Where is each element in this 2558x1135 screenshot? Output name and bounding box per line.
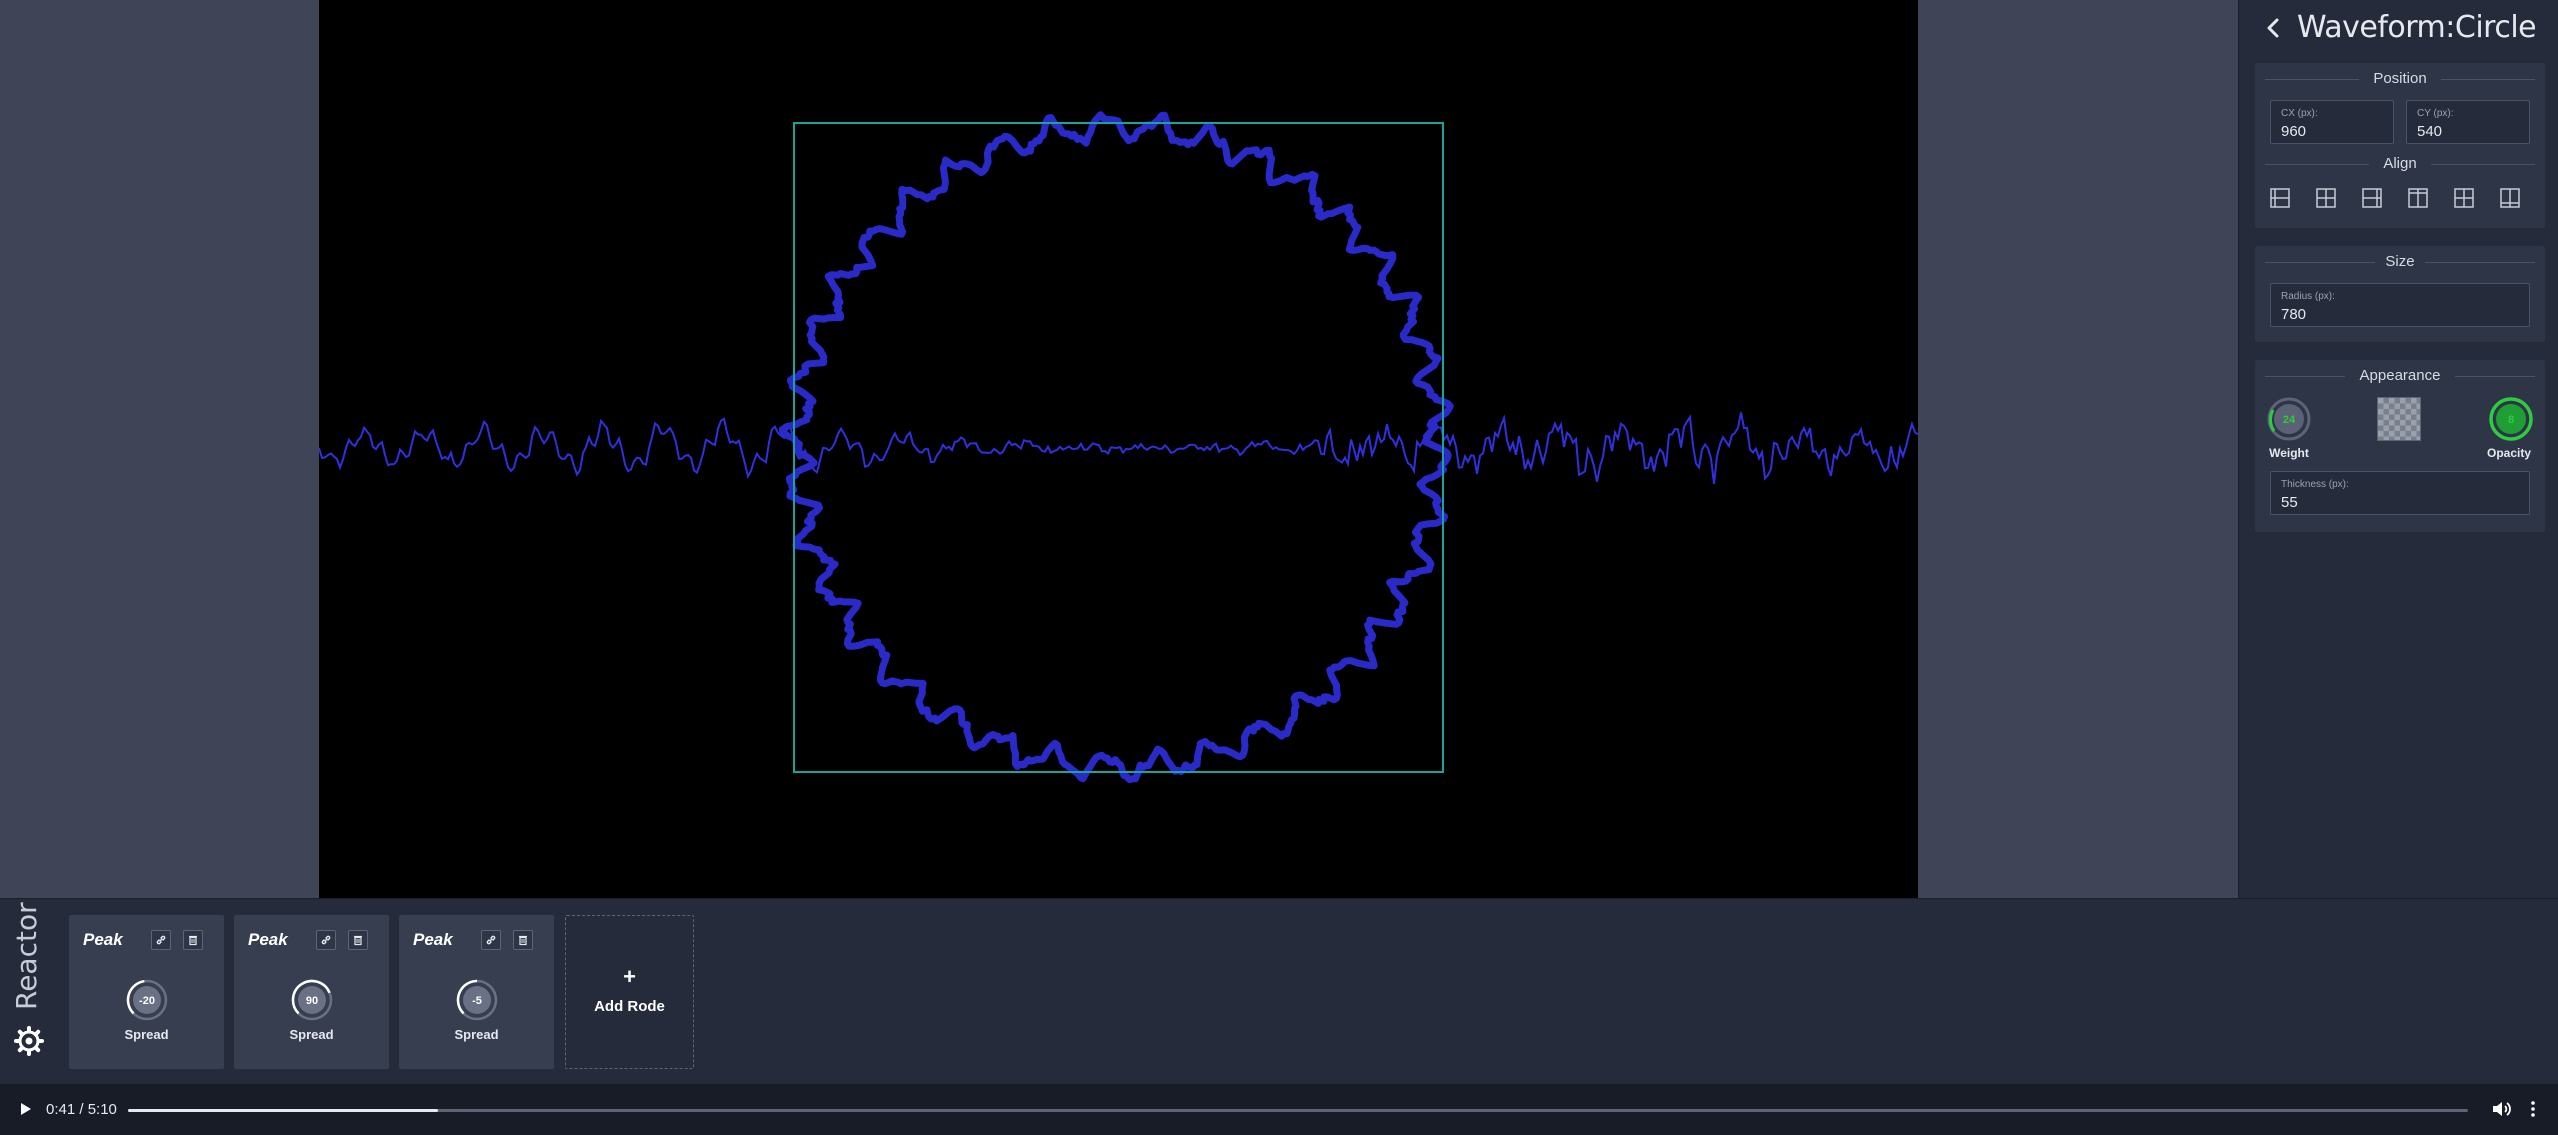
node-title: Peak — [248, 930, 288, 949]
align-right-button[interactable] — [2361, 187, 2383, 209]
align-bottom-button[interactable] — [2499, 187, 2521, 209]
waveform-line — [319, 412, 1918, 485]
position-section: Position CX (px): 960 CY (px): 540 Align — [2255, 63, 2545, 228]
link-icon — [156, 935, 166, 945]
preview-canvas[interactable] — [319, 0, 1918, 898]
spread-knob[interactable]: 90 — [290, 978, 334, 1022]
plus-icon: + — [623, 964, 636, 989]
more-button[interactable] — [2526, 1098, 2540, 1120]
delete-button[interactable] — [348, 930, 368, 950]
link-button[interactable] — [151, 930, 171, 950]
cy-value: 540 — [2417, 123, 2443, 140]
link-button[interactable] — [316, 930, 336, 950]
reactor-node-3[interactable]: Peak -5 Spread — [399, 915, 554, 1069]
trash-icon — [354, 935, 362, 946]
progress-fill — [128, 1109, 438, 1112]
spread-value: 90 — [306, 995, 318, 1007]
align-top-icon — [2408, 188, 2428, 208]
appearance-heading: Appearance — [2359, 367, 2441, 384]
chevron-left-icon — [2267, 18, 2279, 38]
align-right-icon — [2362, 188, 2382, 208]
opacity-label: Opacity — [2486, 446, 2531, 460]
appearance-section: Appearance 24 Weight 8 Opacity Thickness… — [2255, 360, 2545, 532]
size-section: Size Radius (px): 780 — [2255, 246, 2545, 342]
align-center-h-icon — [2316, 188, 2336, 208]
thickness-label: Thickness (px): — [2281, 479, 2349, 490]
align-bottom-icon — [2500, 188, 2520, 208]
spread-label: Spread — [124, 1027, 169, 1042]
opacity-knob[interactable]: 8 Opacity — [2483, 396, 2535, 462]
node-title: Peak — [413, 930, 453, 949]
cx-field[interactable]: CX (px): 960 — [2270, 100, 2394, 144]
spread-knob[interactable]: -5 — [455, 978, 499, 1022]
align-center-h-button[interactable] — [2315, 187, 2337, 209]
play-button[interactable] — [16, 1098, 36, 1120]
opacity-dial: 8 — [2488, 397, 2533, 441]
radius-label: Radius (px): — [2281, 291, 2335, 302]
reactor-node-1[interactable]: Peak -20 Spread — [69, 915, 224, 1069]
link-button[interactable] — [481, 930, 501, 950]
cy-field[interactable]: CY (px): 540 — [2406, 100, 2530, 144]
align-left-icon — [2270, 188, 2290, 208]
link-icon — [486, 935, 496, 945]
color-swatch[interactable] — [2377, 397, 2421, 441]
spread-label: Spread — [454, 1027, 499, 1042]
align-left-button[interactable] — [2269, 187, 2291, 209]
weight-value: 24 — [2283, 414, 2296, 426]
align-center-v-button[interactable] — [2453, 187, 2475, 209]
more-vertical-icon — [2531, 1101, 2535, 1117]
weight-dial: 24 — [2267, 397, 2311, 441]
spread-value: -20 — [139, 995, 155, 1007]
align-center-v-icon — [2454, 188, 2474, 208]
volume-icon — [2493, 1102, 2511, 1116]
position-heading: Position — [2373, 70, 2427, 87]
spread-label: Spread — [289, 1027, 334, 1042]
size-heading: Size — [2385, 253, 2415, 270]
add-node-label: Add Rode — [594, 998, 665, 1015]
trash-icon — [189, 935, 197, 946]
cx-label: CX (px): — [2281, 108, 2318, 119]
spread-value: -5 — [472, 995, 482, 1007]
thickness-field[interactable]: Thickness (px): 55 — [2270, 471, 2530, 515]
opacity-value: 8 — [2507, 414, 2513, 426]
waveform-visual — [319, 111, 1918, 784]
delete-button[interactable] — [513, 930, 533, 950]
node-title: Peak — [83, 930, 123, 949]
cx-value: 960 — [2281, 123, 2307, 140]
time-display: 0:41 / 5:10 — [46, 1101, 117, 1118]
spread-knob[interactable]: -20 — [125, 978, 169, 1022]
volume-button[interactable] — [2490, 1098, 2512, 1120]
progress-bar[interactable] — [128, 1109, 2468, 1112]
delete-button[interactable] — [183, 930, 203, 950]
align-heading: Align — [2383, 155, 2417, 172]
trash-icon — [519, 935, 527, 946]
cy-label: CY (px): — [2417, 108, 2454, 119]
weight-knob[interactable]: 24 Weight — [2266, 396, 2312, 462]
gear-icon — [14, 1026, 44, 1056]
reactor-node-2[interactable]: Peak 90 Spread — [234, 915, 389, 1069]
back-button[interactable] — [2261, 14, 2285, 42]
media-player: 0:41 / 5:10 — [0, 1084, 2558, 1135]
reactor-title: Reactor — [10, 902, 43, 1010]
play-icon — [21, 1103, 31, 1115]
radius-field[interactable]: Radius (px): 780 — [2270, 283, 2530, 327]
radius-value: 780 — [2281, 306, 2307, 323]
align-top-button[interactable] — [2407, 187, 2429, 209]
stage-area — [0, 0, 2238, 898]
link-icon — [321, 935, 331, 945]
panel-title: Waveform:Circle — [2297, 10, 2537, 45]
add-node-button[interactable]: + Add Rode — [565, 915, 694, 1069]
properties-panel: Waveform:Circle Position CX (px): 960 CY… — [2238, 0, 2558, 898]
weight-label: Weight — [2269, 446, 2309, 460]
settings-button[interactable] — [14, 1026, 44, 1056]
thickness-value: 55 — [2281, 494, 2298, 511]
